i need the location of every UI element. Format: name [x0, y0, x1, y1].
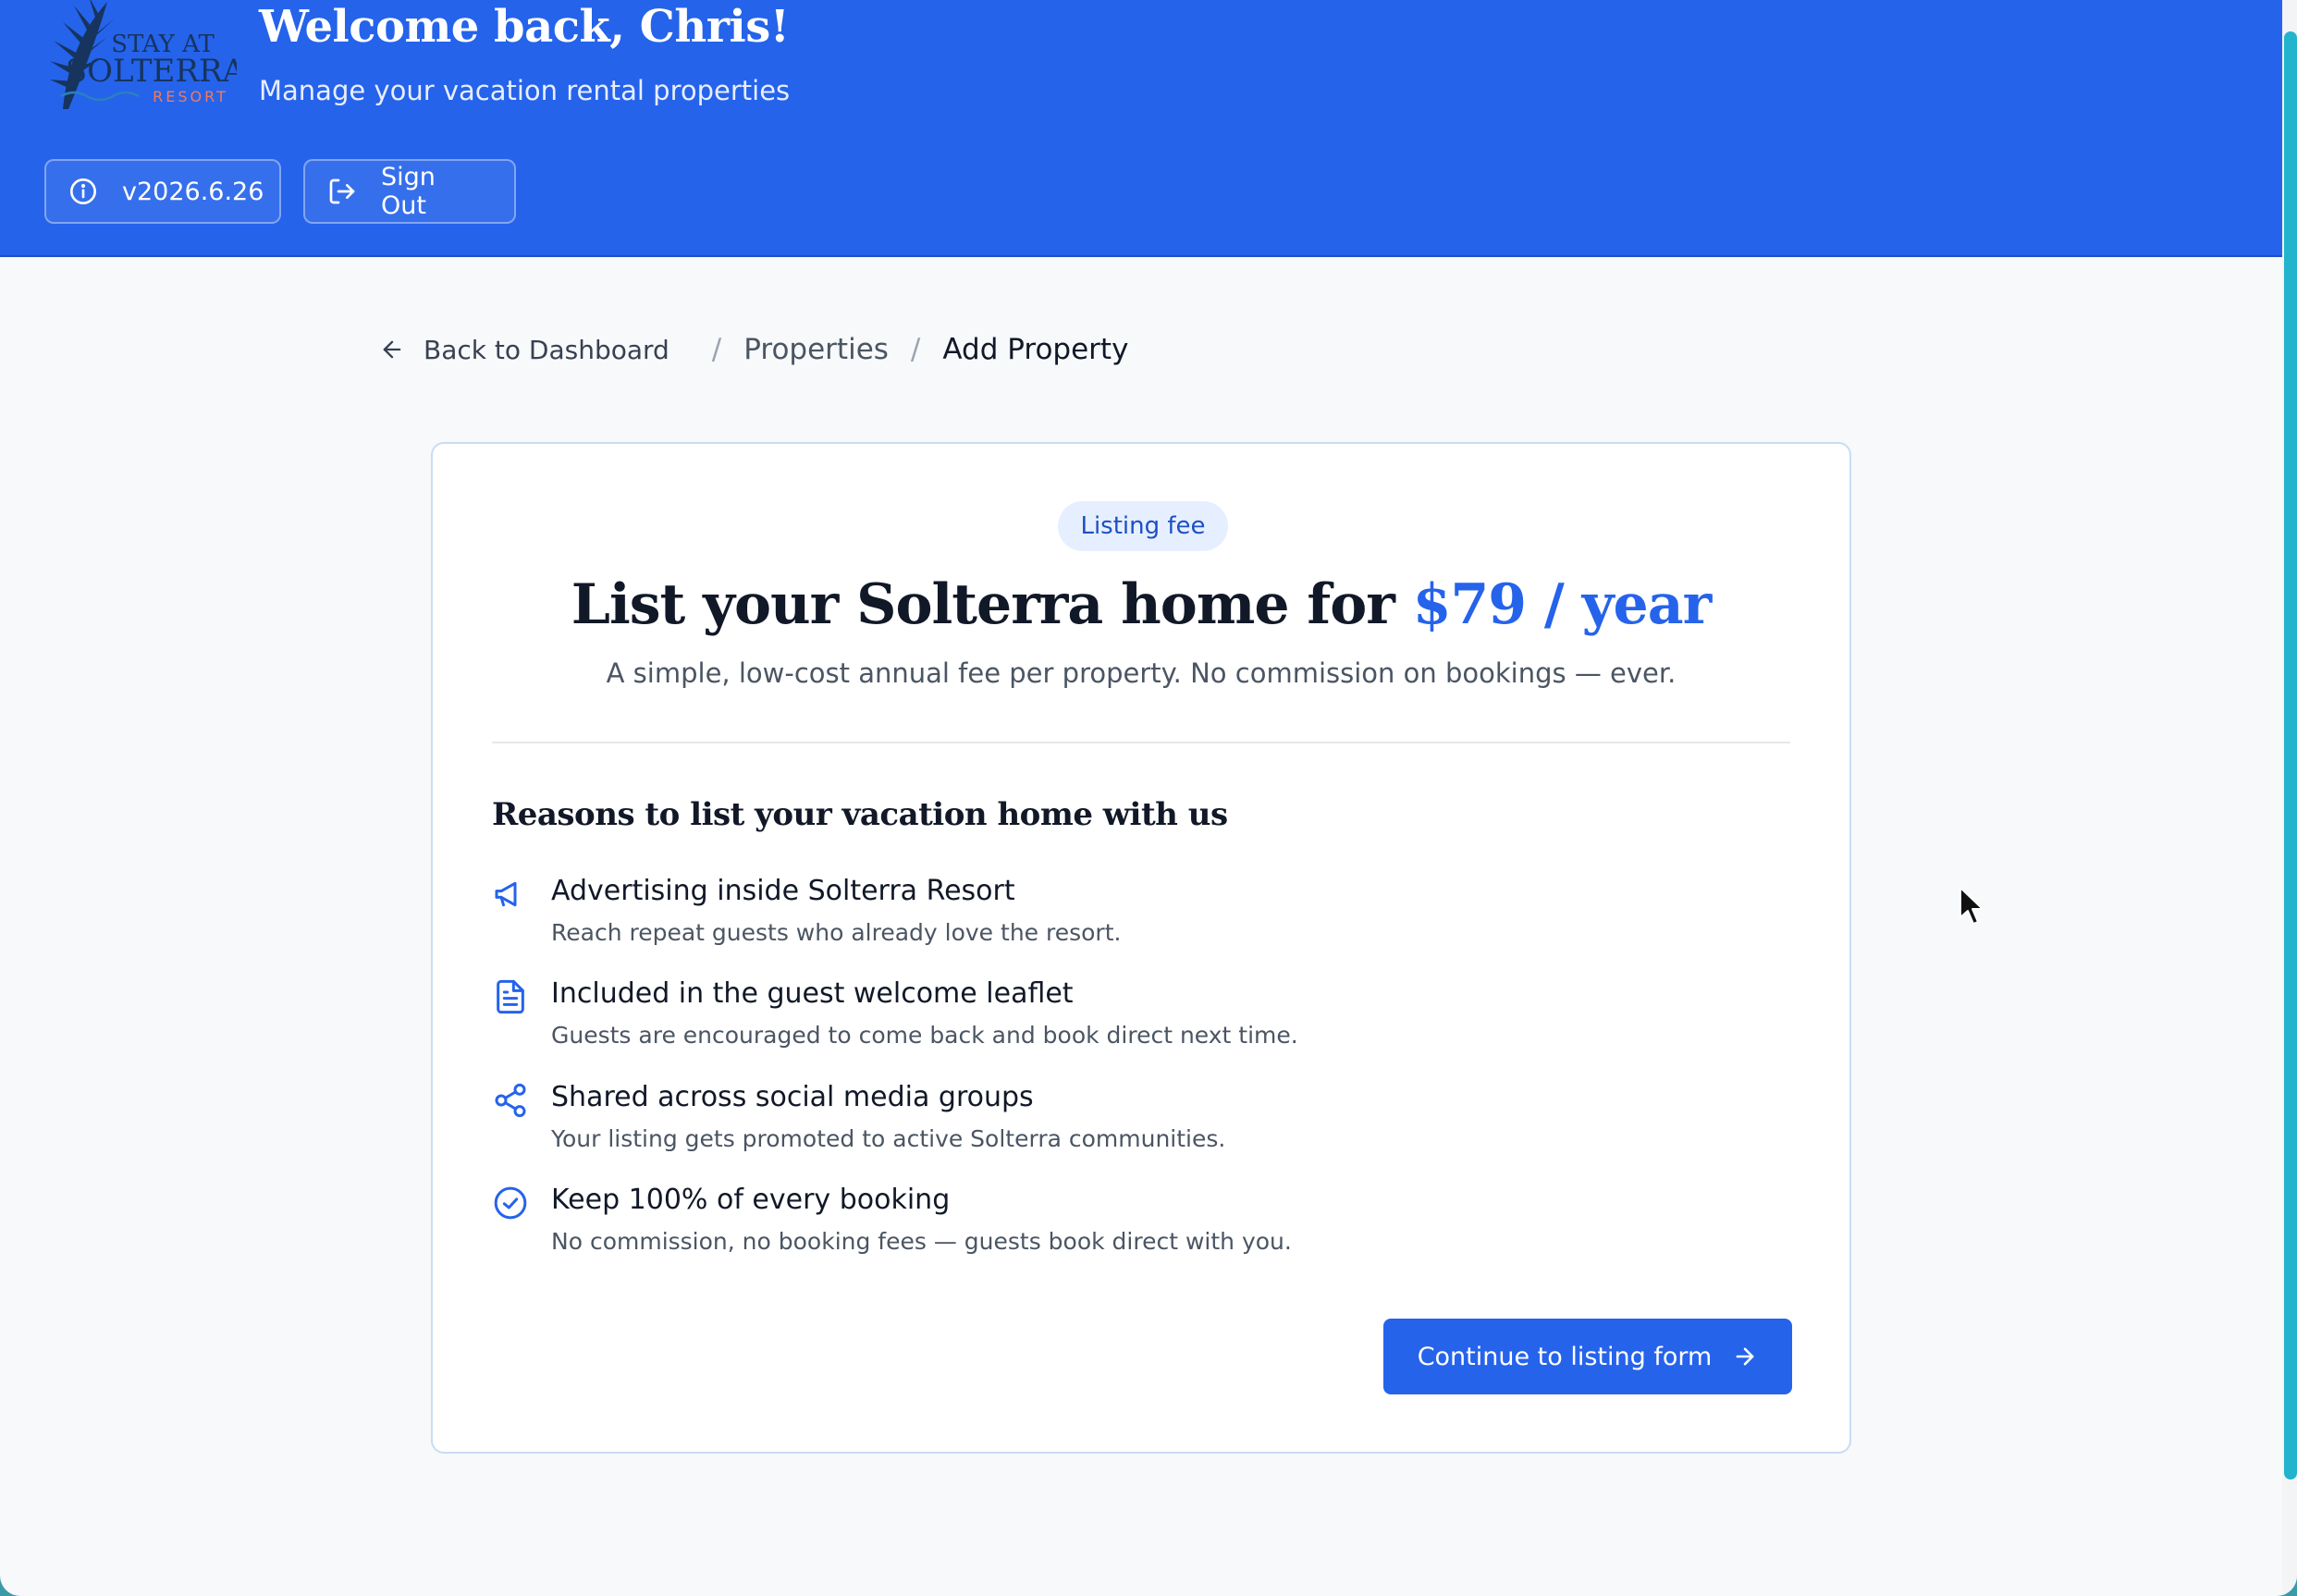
reason-description: No commission, no booking fees — guests …	[551, 1228, 1292, 1255]
reason-title: Keep 100% of every booking	[551, 1184, 951, 1216]
listing-fee-card: Listing fee List your Solterra home for …	[431, 442, 1851, 1454]
version-label: v2026.6.26	[122, 177, 264, 206]
headline-text: List your Solterra home for	[571, 572, 1413, 637]
reason-title: Included in the guest welcome leaflet	[551, 977, 1074, 1010]
continue-to-listing-form-button[interactable]: Continue to listing form	[1383, 1319, 1792, 1394]
continue-button-label: Continue to listing form	[1417, 1342, 1713, 1371]
breadcrumb-add-property: Add Property	[942, 333, 1129, 366]
breadcrumb: Back to Dashboard / Properties / Add Pro…	[379, 328, 1128, 371]
arrow-right-icon	[1736, 1347, 1754, 1366]
reason-item-social: Shared across social media groups Your l…	[492, 1078, 1694, 1167]
sign-out-label: Sign Out	[381, 163, 436, 220]
welcome-heading: Welcome back, Chris!	[259, 1, 790, 53]
document-icon	[497, 979, 524, 1014]
app-window: STAY AT SOLTERRA RESORT Welcome back, Ch…	[0, 0, 2297, 1596]
check-circle-icon	[494, 1186, 527, 1220]
reasons-heading: Reasons to list your vacation home with …	[492, 796, 1228, 833]
breadcrumb-separator: /	[711, 333, 722, 366]
solterra-logo: STAY AT SOLTERRA RESORT	[50, 0, 237, 109]
reason-title: Shared across social media groups	[551, 1081, 1034, 1113]
reason-description: Your listing gets promoted to active Sol…	[551, 1125, 1226, 1152]
arrow-left-icon	[383, 340, 401, 359]
headline-price: $79 / year	[1412, 572, 1712, 637]
reason-description: Guests are encouraged to come back and b…	[551, 1022, 1298, 1049]
reason-item-commission: Keep 100% of every booking No commission…	[492, 1181, 1694, 1270]
sign-out-button[interactable]: Sign Out	[303, 159, 516, 224]
pricing-description: A simple, low-cost annual fee per proper…	[606, 657, 1677, 689]
back-to-dashboard-label: Back to Dashboard	[424, 334, 669, 365]
megaphone-icon	[495, 881, 517, 907]
pricing-headline: List your Solterra home for $79 / year	[433, 570, 1849, 640]
sign-out-icon	[329, 178, 355, 204]
listing-fee-badge: Listing fee	[1058, 501, 1228, 551]
breadcrumb-properties[interactable]: Properties	[743, 333, 889, 366]
reason-description: Reach repeat guests who already love the…	[551, 919, 1122, 946]
reason-item-advertising: Advertising inside Solterra Resort Reach…	[492, 872, 1694, 961]
svg-text:SOLTERRA: SOLTERRA	[66, 53, 237, 90]
mouse-cursor-icon	[1959, 887, 1984, 925]
scrollbar-thumb[interactable]	[2284, 31, 2297, 1479]
svg-text:RESORT: RESORT	[153, 88, 228, 105]
top-header: STAY AT SOLTERRA RESORT Welcome back, Ch…	[0, 0, 2282, 257]
version-button[interactable]: v2026.6.26	[44, 159, 281, 224]
share-icon	[495, 1083, 526, 1118]
header-subtitle: Manage your vacation rental properties	[259, 75, 791, 106]
reason-item-leaflet: Included in the guest welcome leaflet Gu…	[492, 975, 1694, 1063]
divider	[492, 742, 1790, 743]
info-icon	[70, 178, 96, 204]
reason-title: Advertising inside Solterra Resort	[551, 875, 1015, 907]
back-to-dashboard-link[interactable]: Back to Dashboard	[379, 335, 669, 365]
breadcrumb-separator: /	[910, 333, 921, 366]
scrollbar-track[interactable]	[2282, 0, 2297, 1596]
